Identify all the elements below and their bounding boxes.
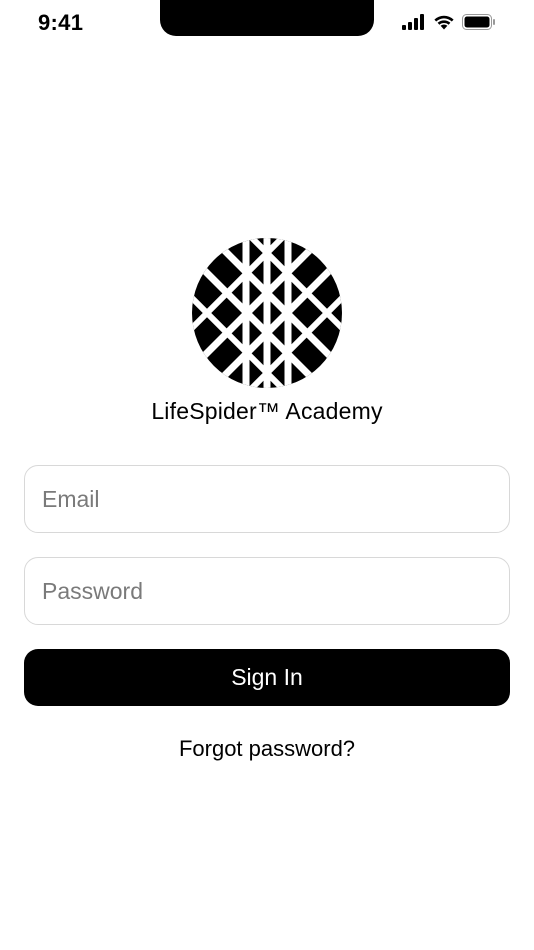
battery-icon — [462, 14, 496, 30]
forgot-password-link[interactable]: Forgot password? — [0, 736, 534, 762]
password-field-container — [24, 557, 510, 625]
cellular-signal-icon — [402, 14, 426, 30]
status-time: 9:41 — [38, 10, 84, 35]
wifi-icon — [433, 14, 455, 30]
email-field-container — [24, 465, 510, 533]
device-notch — [160, 0, 374, 36]
email-field[interactable] — [25, 466, 509, 532]
lifespider-logo — [191, 237, 343, 389]
sign-in-button[interactable]: Sign In — [24, 649, 510, 706]
brand-name: LifeSpider™ Academy — [151, 398, 383, 424]
password-field[interactable] — [25, 558, 509, 624]
status-icons — [402, 14, 496, 30]
